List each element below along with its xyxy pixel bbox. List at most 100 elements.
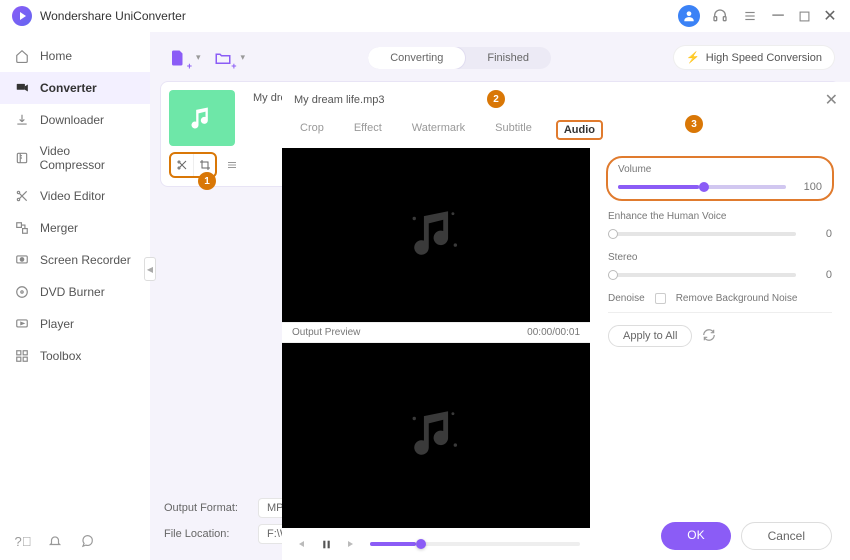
sidebar-item-label: Video Compressor (40, 144, 136, 172)
music-note-icon (407, 204, 465, 267)
volume-slider[interactable] (618, 185, 786, 189)
tab-audio[interactable]: Audio (556, 120, 603, 140)
add-file-button[interactable]: + (166, 47, 190, 69)
callout-2: 2 (487, 90, 505, 108)
sidebar-item-label: Video Editor (40, 189, 105, 203)
playback-slider[interactable] (370, 542, 580, 546)
play-icon (14, 316, 30, 332)
bolt-icon: ⚡ (686, 51, 700, 64)
sidebar: Home Converter Downloader Video Compress… (0, 32, 150, 560)
add-folder-button[interactable]: + (211, 47, 235, 69)
callout-1: 1 (198, 172, 216, 190)
stereo-label: Stereo (608, 252, 832, 263)
scissors-icon (14, 188, 30, 204)
tab-watermark[interactable]: Watermark (406, 120, 471, 140)
music-note-icon (407, 404, 465, 467)
sidebar-item-label: Converter (40, 81, 97, 95)
prev-button[interactable] (292, 536, 308, 552)
volume-label: Volume (618, 164, 822, 175)
seg-converting[interactable]: Converting (368, 47, 465, 69)
sidebar-item-player[interactable]: Player (0, 308, 150, 340)
toolbox-icon (14, 348, 30, 364)
enhance-slider[interactable] (608, 232, 796, 236)
maximize-button[interactable] (796, 11, 812, 22)
converter-icon (14, 80, 30, 96)
stereo-slider[interactable] (608, 273, 796, 277)
sidebar-item-label: Merger (40, 221, 78, 235)
user-avatar[interactable] (678, 5, 700, 27)
volume-value: 100 (796, 181, 822, 193)
reset-icon[interactable] (702, 328, 716, 345)
more-options-button[interactable] (221, 154, 243, 176)
output-preview-label: Output Preview (292, 327, 360, 338)
stereo-value: 0 (806, 269, 832, 281)
denoise-label: Denoise (608, 293, 645, 304)
sidebar-item-merger[interactable]: Merger (0, 212, 150, 244)
sidebar-item-label: Downloader (40, 113, 104, 127)
remove-bg-label: Remove Background Noise (676, 293, 798, 304)
sidebar-item-label: Toolbox (40, 349, 81, 363)
tab-effect[interactable]: Effect (348, 120, 388, 140)
sidebar-item-compressor[interactable]: Video Compressor (0, 136, 150, 180)
tab-subtitle[interactable]: Subtitle (489, 120, 538, 140)
app-title: Wondershare UniConverter (40, 9, 186, 23)
file-location-label: File Location: (164, 528, 244, 540)
sidebar-item-editor[interactable]: Video Editor (0, 180, 150, 212)
cancel-button[interactable]: Cancel (741, 522, 832, 550)
sidebar-item-converter[interactable]: Converter (0, 72, 150, 104)
sidebar-collapse-toggle[interactable]: ◀ (144, 257, 156, 281)
editor-panel: My dream life.mp3 ✕ Crop Effect Watermar… (282, 82, 850, 560)
sidebar-item-recorder[interactable]: Screen Recorder (0, 244, 150, 276)
status-segment: Converting Finished (368, 47, 551, 69)
enhance-label: Enhance the Human Voice (608, 211, 832, 222)
close-button[interactable]: ✕ (822, 6, 838, 26)
bell-icon[interactable] (46, 532, 64, 550)
pause-button[interactable] (318, 536, 334, 552)
titlebar: Wondershare UniConverter ─ ✕ (0, 0, 850, 32)
timecode: 00:00/00:01 (527, 327, 580, 338)
add-folder-dropdown[interactable]: ▾ (241, 52, 246, 63)
file-thumbnail (169, 90, 235, 146)
next-button[interactable] (344, 536, 360, 552)
ok-button[interactable]: OK (661, 522, 730, 550)
divider (608, 312, 832, 313)
tab-crop[interactable]: Crop (294, 120, 330, 140)
output-format-label: Output Format: (164, 502, 244, 514)
menu-icon[interactable] (740, 6, 760, 26)
minimize-button[interactable]: ─ (770, 7, 786, 25)
callout-3: 3 (685, 115, 703, 133)
high-speed-toggle[interactable]: ⚡ High Speed Conversion (674, 46, 834, 69)
sidebar-item-label: Home (40, 49, 72, 63)
remove-bg-checkbox[interactable] (655, 293, 666, 304)
sidebar-item-dvd[interactable]: DVD Burner (0, 276, 150, 308)
hsc-label: High Speed Conversion (706, 52, 822, 64)
chat-icon[interactable] (78, 532, 96, 550)
enhance-control: Enhance the Human Voice 0 (608, 211, 832, 240)
add-file-dropdown[interactable]: ▾ (196, 52, 201, 63)
sidebar-item-home[interactable]: Home (0, 40, 150, 72)
seg-finished[interactable]: Finished (465, 47, 551, 69)
download-icon (14, 112, 30, 128)
apply-to-all-button[interactable]: Apply to All (608, 325, 692, 347)
home-icon (14, 48, 30, 64)
output-preview (282, 343, 590, 528)
sidebar-item-label: Player (40, 317, 74, 331)
editor-file-name: My dream life.mp3 (294, 94, 384, 106)
compress-icon (14, 150, 30, 166)
sidebar-item-label: Screen Recorder (40, 253, 131, 267)
help-icon[interactable]: ?⃝ (14, 532, 32, 550)
merge-icon (14, 220, 30, 236)
app-logo (12, 6, 32, 26)
stereo-control: Stereo 0 (608, 252, 832, 281)
sidebar-item-downloader[interactable]: Downloader (0, 104, 150, 136)
denoise-row: Denoise Remove Background Noise (608, 293, 832, 304)
editor-close-button[interactable]: ✕ (825, 90, 838, 110)
source-preview (282, 148, 590, 322)
dvd-icon (14, 284, 30, 300)
enhance-value: 0 (806, 228, 832, 240)
volume-control: Volume 100 (606, 156, 834, 201)
trim-button[interactable] (171, 154, 193, 176)
sidebar-item-label: DVD Burner (40, 285, 105, 299)
sidebar-item-toolbox[interactable]: Toolbox (0, 340, 150, 372)
headset-icon[interactable] (710, 6, 730, 26)
